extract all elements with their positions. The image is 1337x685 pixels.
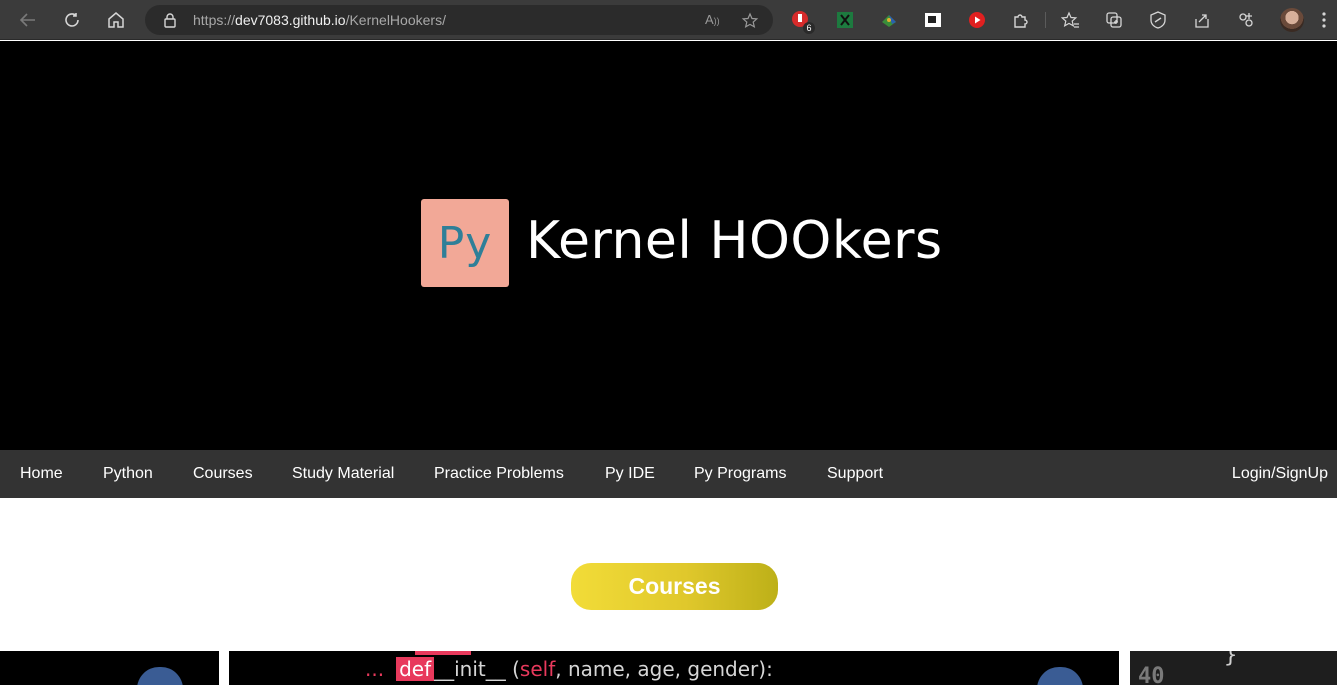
url-host: dev7083.github.io (235, 12, 346, 28)
refresh-icon[interactable] (58, 6, 86, 34)
courses-heading-label: Courses (628, 573, 721, 599)
python-logo-icon (137, 667, 183, 685)
nav-py-ide[interactable]: Py IDE (605, 465, 655, 483)
code-prompt: ... (365, 657, 385, 681)
site-title: Kernel HOOkers (526, 211, 943, 271)
hero-banner: Py Kernel HOOkers (0, 41, 1337, 450)
globe-extension-icon[interactable] (879, 10, 899, 30)
code-keyword: def (396, 657, 435, 681)
site-logo[interactable]: Py (421, 199, 509, 287)
courses-heading-button[interactable]: Courses (571, 563, 778, 610)
nav-study-material[interactable]: Study Material (292, 465, 394, 483)
home-icon[interactable] (102, 6, 130, 34)
lock-icon[interactable] (162, 12, 178, 28)
nav-py-programs[interactable]: Py Programs (694, 465, 786, 483)
address-bar[interactable]: https://dev7083.github.io/KernelHookers/… (145, 5, 773, 35)
code-args: , name, age, gender): (555, 657, 773, 681)
extension-badge: 6 (803, 22, 815, 34)
add-favorite-icon[interactable] (741, 12, 759, 28)
course-card-3[interactable]: } 40 (1130, 651, 1337, 685)
course-card-1[interactable] (0, 651, 219, 685)
nav-support[interactable]: Support (827, 465, 883, 483)
nav-courses[interactable]: Courses (193, 465, 253, 483)
adblock-extension-icon[interactable]: 6 (791, 10, 815, 34)
code-self: self (519, 657, 556, 681)
browser-toolbar: https://dev7083.github.io/KernelHookers/… (0, 0, 1337, 40)
more-menu-icon[interactable] (1316, 10, 1332, 30)
python-logo-icon (1037, 667, 1083, 685)
read-aloud-glyph: A (705, 12, 714, 27)
youtube-extension-icon[interactable] (967, 10, 987, 30)
pip-extension-icon[interactable] (923, 10, 943, 30)
code-snippet: ... def __init__ (self, name, age, gender)… (365, 657, 773, 681)
read-aloud-icon[interactable]: A)) (705, 12, 723, 28)
browser-essentials-icon[interactable] (1148, 10, 1168, 30)
code-init: __init__ ( (434, 657, 520, 681)
share-icon[interactable] (1192, 10, 1212, 30)
nav-python[interactable]: Python (103, 465, 153, 483)
copilot-icon[interactable] (1236, 10, 1256, 30)
back-icon[interactable] (14, 6, 42, 34)
main-navbar: Home Python Courses Study Material Pract… (0, 450, 1337, 498)
puzzle-icon[interactable] (1011, 10, 1031, 30)
nav-practice-problems[interactable]: Practice Problems (434, 465, 564, 483)
profile-avatar[interactable] (1280, 8, 1304, 32)
nav-login-signup[interactable]: Login/SignUp (1232, 465, 1328, 483)
code-brace: } (1224, 651, 1238, 668)
excel-extension-icon[interactable] (835, 10, 855, 30)
url-text[interactable]: https://dev7083.github.io/KernelHookers/ (193, 12, 446, 28)
nav-home[interactable]: Home (20, 465, 63, 483)
url-scheme: https:// (193, 12, 236, 28)
url-path: /KernelHookers/ (345, 12, 446, 28)
logo-text: Py (437, 217, 493, 269)
collections-icon[interactable] (1104, 10, 1124, 30)
course-card-2[interactable]: ... def __init__ (self, name, age, gender)… (229, 651, 1119, 685)
code-highlight (415, 651, 471, 655)
toolbar-separator (1045, 12, 1046, 28)
code-line-number: 40 (1138, 664, 1165, 685)
favorites-icon[interactable] (1060, 10, 1080, 30)
